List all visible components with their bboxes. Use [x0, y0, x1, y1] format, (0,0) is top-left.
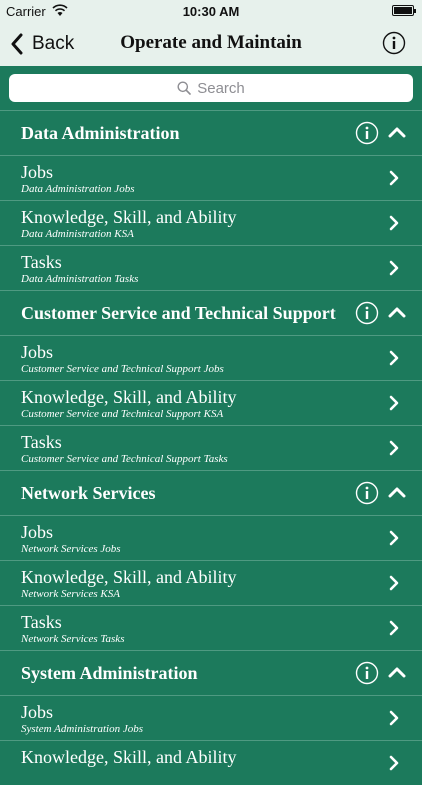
- battery-icon: [392, 5, 416, 16]
- section-header-data-administration[interactable]: Data Administration: [0, 110, 422, 155]
- item-title: Jobs: [21, 522, 54, 542]
- chevron-right-icon: [389, 260, 399, 276]
- navigation-bar: Back Operate and Maintain: [0, 22, 422, 66]
- section-title: System Administration: [21, 663, 198, 683]
- chevron-right-icon: [389, 170, 399, 186]
- section-header-system-administration[interactable]: System Administration: [0, 650, 422, 695]
- list-item[interactable]: Knowledge, Skill, and Ability Data Admin…: [0, 200, 422, 245]
- info-icon[interactable]: [355, 481, 379, 505]
- status-bar: Carrier 10:30 AM: [0, 0, 422, 22]
- chevron-right-icon: [389, 755, 399, 771]
- list-item[interactable]: Jobs Data Administration Jobs: [0, 155, 422, 200]
- item-title: Tasks: [21, 432, 62, 452]
- chevron-right-icon: [389, 575, 399, 591]
- item-title: Knowledge, Skill, and Ability: [21, 747, 237, 767]
- section-title: Customer Service and Technical Support: [21, 303, 336, 323]
- section-header-customer-service[interactable]: Customer Service and Technical Support: [0, 290, 422, 335]
- list-item[interactable]: Tasks Data Administration Tasks: [0, 245, 422, 290]
- page-title: Operate and Maintain: [120, 32, 302, 53]
- list-item[interactable]: Knowledge, Skill, and Ability: [0, 740, 422, 785]
- chevron-right-icon: [389, 440, 399, 456]
- section-header-network-services[interactable]: Network Services: [0, 470, 422, 515]
- item-subtitle: Customer Service and Technical Support K…: [21, 408, 224, 420]
- list-item[interactable]: Jobs Customer Service and Technical Supp…: [0, 335, 422, 380]
- list-item[interactable]: Jobs System Administration Jobs: [0, 695, 422, 740]
- info-icon[interactable]: [355, 301, 379, 325]
- list-item[interactable]: Jobs Network Services Jobs: [0, 515, 422, 560]
- chevron-up-icon[interactable]: [388, 666, 406, 678]
- item-subtitle: Data Administration KSA: [21, 228, 134, 240]
- chevron-right-icon: [389, 215, 399, 231]
- item-subtitle: Network Services KSA: [21, 588, 120, 600]
- item-subtitle: System Administration Jobs: [21, 723, 144, 735]
- search-input[interactable]: Search: [9, 74, 413, 102]
- clock: 10:30 AM: [182, 4, 240, 19]
- chevron-right-icon: [389, 350, 399, 366]
- item-title: Jobs: [21, 702, 54, 722]
- chevron-up-icon[interactable]: [388, 306, 406, 318]
- item-title: Jobs: [21, 342, 54, 362]
- search-placeholder: Search: [197, 79, 245, 97]
- item-title: Knowledge, Skill, and Ability: [21, 387, 237, 407]
- item-title: Jobs: [21, 162, 54, 182]
- item-title: Knowledge, Skill, and Ability: [21, 207, 237, 227]
- search-bar: Search: [0, 66, 422, 110]
- info-icon[interactable]: [355, 661, 379, 685]
- section-title: Data Administration: [21, 123, 180, 143]
- category-list: Data Administration Jobs Data Administra…: [0, 110, 422, 785]
- item-subtitle: Customer Service and Technical Support J…: [21, 363, 224, 375]
- list-item[interactable]: Tasks Network Services Tasks: [0, 605, 422, 650]
- item-title: Knowledge, Skill, and Ability: [21, 567, 237, 587]
- item-subtitle: Network Services Jobs: [21, 543, 121, 555]
- item-title: Tasks: [21, 252, 62, 272]
- search-icon: [177, 81, 192, 95]
- chevron-up-icon[interactable]: [388, 126, 406, 138]
- section-title: Network Services: [21, 483, 156, 503]
- item-subtitle: Customer Service and Technical Support T…: [21, 453, 228, 465]
- info-icon[interactable]: [355, 121, 379, 145]
- chevron-right-icon: [389, 620, 399, 636]
- item-title: Tasks: [21, 612, 62, 632]
- chevron-up-icon[interactable]: [388, 486, 406, 498]
- list-item[interactable]: Knowledge, Skill, and Ability Customer S…: [0, 380, 422, 425]
- info-icon[interactable]: [382, 31, 406, 55]
- chevron-right-icon: [389, 710, 399, 726]
- list-item[interactable]: Tasks Customer Service and Technical Sup…: [0, 425, 422, 470]
- item-subtitle: Data Administration Tasks: [21, 273, 139, 285]
- list-item[interactable]: Knowledge, Skill, and Ability Network Se…: [0, 560, 422, 605]
- item-subtitle: Data Administration Jobs: [21, 183, 135, 195]
- item-subtitle: Network Services Tasks: [21, 633, 125, 645]
- chevron-right-icon: [389, 530, 399, 546]
- chevron-right-icon: [389, 395, 399, 411]
